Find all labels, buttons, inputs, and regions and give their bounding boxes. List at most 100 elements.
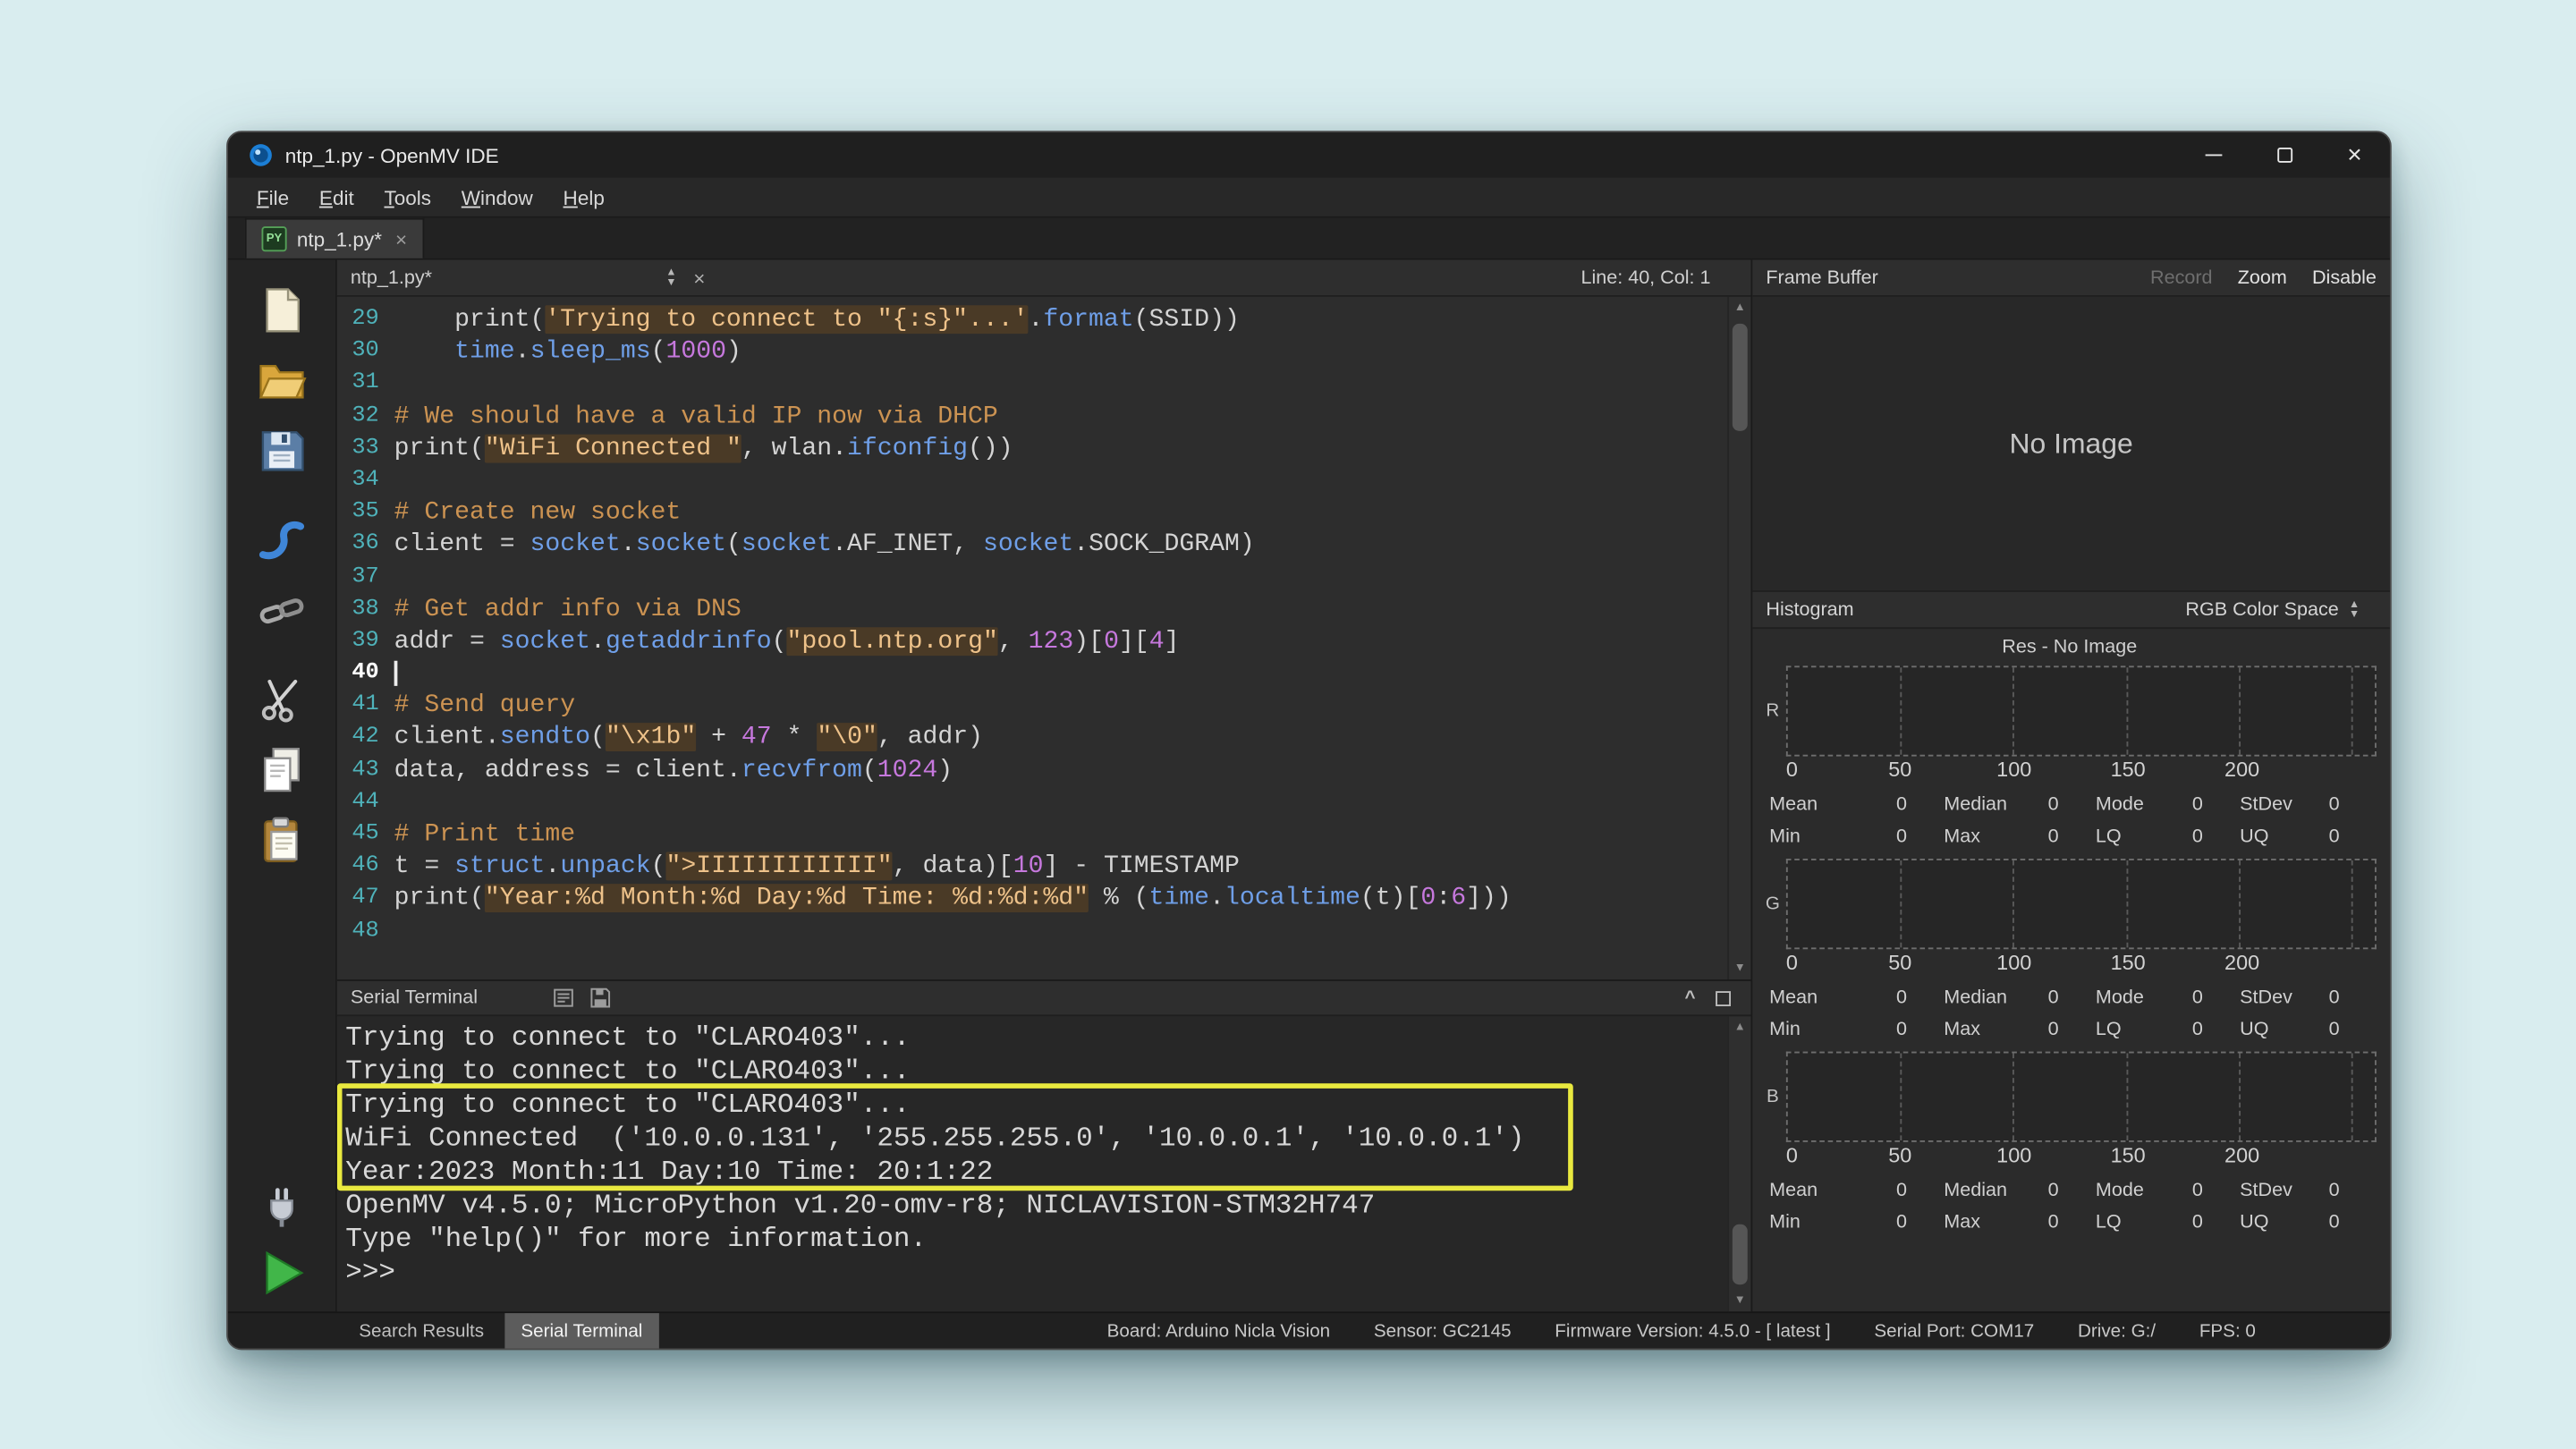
terminal-line: Trying to connect to "CLARO403"... (345, 1089, 1750, 1123)
stat-max: Max0 (1944, 1213, 2096, 1233)
line-number: 35 (337, 496, 379, 529)
code-line: 29 print('Trying to connect to "{:s}"...… (337, 303, 1751, 335)
axis-tick: 50 (1888, 758, 1911, 782)
new-file-button[interactable] (247, 280, 318, 339)
stat-uq: UQ0 (2240, 1213, 2377, 1233)
terminal-lines: Trying to connect to "CLARO403"...Trying… (345, 1021, 1750, 1290)
frame-buffer-title: Frame Buffer (1766, 267, 1877, 288)
code-line: 36client = socket.socket(socket.AF_INET,… (337, 529, 1751, 561)
terminal-line: OpenMV v4.5.0; MicroPython v1.20-omv-r8;… (345, 1189, 1750, 1223)
colorspace-dropdown[interactable]: RGB Color Space (2185, 599, 2338, 620)
terminal-line: >>> (345, 1256, 1750, 1290)
menu-file[interactable]: File (242, 181, 304, 215)
channel-label: B (1759, 1052, 1786, 1142)
code-text: addr = socket.getaddrinfo("pool.ntp.org"… (379, 625, 1180, 657)
disconnect-button[interactable] (247, 1175, 318, 1234)
tab-close-icon[interactable]: × (395, 229, 407, 250)
serial-terminal[interactable]: Trying to connect to "CLARO403"...Trying… (337, 1016, 1751, 1311)
line-number: 39 (337, 625, 379, 657)
connect-cable-icon (257, 514, 307, 564)
line-number: 36 (337, 529, 379, 561)
start-script-button[interactable] (247, 1242, 318, 1301)
paste-button[interactable] (247, 810, 318, 869)
stat-mode: Mode0 (2096, 987, 2240, 1008)
menu-window[interactable]: Window (446, 181, 548, 215)
line-number: 48 (337, 915, 379, 947)
tab-serial-terminal[interactable]: Serial Terminal (504, 1313, 660, 1348)
close-split-icon[interactable]: × (693, 267, 705, 288)
frame-buffer-header: Frame Buffer Record Zoom Disable (1752, 260, 2390, 297)
stat-stdev: StDev0 (2240, 1181, 2377, 1201)
histogram-channel-r: R050100150200Mean0Median0Mode0StDev0Min0… (1759, 665, 2380, 847)
minimize-button[interactable] (2179, 132, 2250, 178)
menu-tools[interactable]: Tools (369, 181, 446, 215)
collapse-terminal-icon[interactable]: ^ (1685, 988, 1696, 1007)
no-image-label: No Image (2010, 427, 2133, 461)
disable-button[interactable]: Disable (2312, 267, 2377, 288)
stat-uq: UQ0 (2240, 826, 2377, 847)
code-line: 44 (337, 786, 1751, 818)
code-text: # Print time (379, 818, 575, 851)
save-file-button[interactable] (247, 421, 318, 480)
close-button[interactable]: × (2319, 132, 2390, 178)
frame-buffer-actions: Record Zoom Disable (2150, 267, 2377, 288)
code-text (379, 561, 394, 593)
code-text: print('Trying to connect to "{:s}"...'.f… (379, 303, 1240, 335)
cut-button[interactable] (247, 669, 318, 728)
line-number: 31 (337, 368, 379, 400)
open-file-button[interactable] (247, 351, 318, 410)
zoom-button[interactable]: Zoom (2238, 267, 2287, 288)
link-target-button[interactable] (247, 580, 318, 640)
editor-scrollbar[interactable]: ▲ ▼ (1727, 297, 1750, 979)
scroll-down-icon[interactable]: ▼ (1729, 1290, 1750, 1311)
terminal-scrollbar-thumb[interactable] (1733, 1224, 1748, 1285)
code-line: 37 (337, 561, 1751, 593)
copy-button[interactable] (247, 740, 318, 799)
title-bar[interactable]: ntp_1.py - OpenMV IDE × (228, 132, 2390, 178)
open-document-selector[interactable]: ntp_1.py* (351, 267, 666, 288)
code-line: 46t = struct.unpack(">IIIIIIIIIIII", dat… (337, 851, 1751, 883)
maximize-button[interactable] (2249, 132, 2319, 178)
code-editor[interactable]: 29 print('Trying to connect to "{:s}"...… (337, 297, 1751, 979)
code-text: data, address = client.recvfrom(1024) (379, 754, 953, 786)
status-bar: Search Results Serial Terminal Board: Ar… (228, 1311, 2390, 1348)
serial-terminal-header: Serial Terminal ^ (337, 979, 1751, 1016)
start-run-icon (257, 1247, 307, 1297)
histogram-plot-g (1786, 859, 2377, 949)
code-text: # Get addr info via DNS (379, 593, 741, 625)
stat-median: Median0 (1944, 1181, 2096, 1201)
line-number: 32 (337, 400, 379, 432)
maximize-terminal-icon[interactable] (1716, 990, 1731, 1005)
stat-mean: Mean0 (1769, 795, 1944, 816)
colorspace-spinner-icon[interactable]: ▲▼ (2349, 601, 2360, 619)
save-log-icon[interactable] (589, 987, 612, 1010)
code-text: # Create new socket (379, 496, 682, 529)
connect-button[interactable] (247, 510, 318, 569)
desktop: ntp_1.py - OpenMV IDE × FileEditToolsWin… (0, 0, 2576, 1449)
text-cursor (394, 660, 397, 685)
histogram-plot-b (1786, 1052, 2377, 1142)
document-selector-arrows-icon[interactable]: ▲▼ (665, 269, 676, 287)
terminal-scrollbar[interactable]: ▲ ▼ (1727, 1016, 1750, 1311)
stat-mean: Mean0 (1769, 987, 1944, 1008)
clear-terminal-icon[interactable] (552, 987, 575, 1010)
tab-search-results[interactable]: Search Results (343, 1313, 501, 1348)
terminal-line: WiFi Connected ('10.0.0.131', '255.255.2… (345, 1122, 1750, 1156)
stat-lq: LQ0 (2096, 826, 2240, 847)
code-line: 41# Send query (337, 690, 1751, 722)
frame-buffer-view: No Image (1752, 297, 2390, 592)
resolution-label: Res - No Image (1759, 638, 2380, 658)
scroll-down-icon[interactable]: ▼ (1729, 958, 1750, 979)
scroll-up-icon[interactable]: ▲ (1729, 297, 1750, 318)
code-text (379, 657, 397, 690)
axis-tick: 200 (2224, 951, 2259, 974)
menu-help[interactable]: Help (548, 181, 620, 215)
scroll-up-icon[interactable]: ▲ (1729, 1016, 1750, 1038)
code-text (379, 464, 394, 496)
axis-tick: 200 (2224, 758, 2259, 782)
terminal-line: Type "help()" for more information. (345, 1223, 1750, 1257)
tab-ntp1-py[interactable]: PY ntp_1.py* × (245, 218, 424, 258)
menu-edit[interactable]: Edit (304, 181, 369, 215)
editor-scrollbar-thumb[interactable] (1733, 324, 1748, 431)
record-button[interactable]: Record (2150, 267, 2213, 288)
